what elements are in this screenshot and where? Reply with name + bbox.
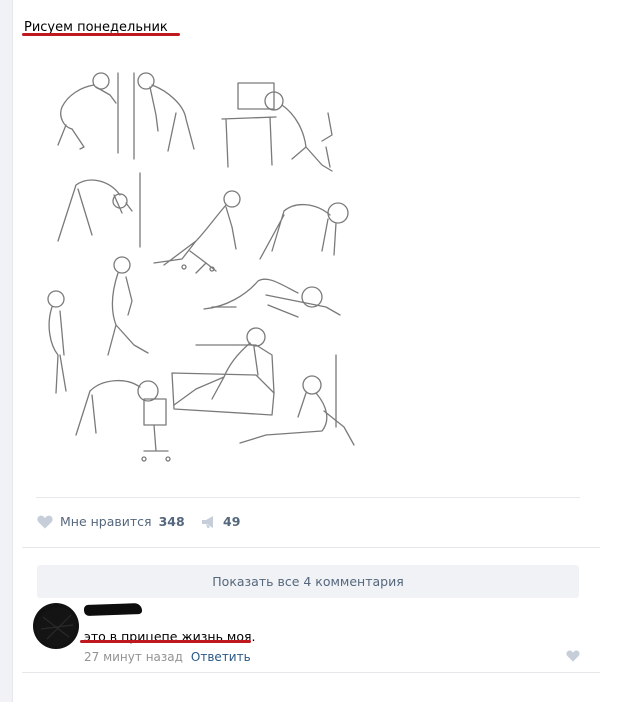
figure-bending-at-wall (57, 72, 119, 154)
heart-icon (37, 515, 53, 528)
like-count: 348 (158, 514, 185, 529)
figure-leaning-on-door (57, 172, 141, 248)
figure-head-on-chair (75, 380, 171, 462)
post-footer-divider (36, 497, 580, 498)
figure-head-on-desk (221, 82, 333, 172)
title-red-underline (22, 33, 180, 36)
comment-red-underline (80, 640, 251, 643)
share-button[interactable]: 49 (201, 514, 240, 529)
comment-heart-icon[interactable] (566, 650, 580, 662)
reply-link[interactable]: Ответить (191, 650, 251, 664)
figure-lying-on-floor (203, 278, 341, 318)
figure-touching-floor (259, 202, 349, 260)
comment-timestamp[interactable]: 27 минут назад (84, 650, 183, 664)
page-left-divider (12, 0, 13, 702)
figure-slouching-at-wall (133, 72, 195, 160)
post-image-figure-sketches[interactable] (36, 55, 366, 465)
comment-bottom-divider (22, 672, 600, 673)
page-left-border (0, 0, 12, 702)
redaction-scribble (36, 607, 77, 647)
share-count: 49 (223, 514, 241, 529)
figure-walking-tired (107, 256, 149, 356)
comments-section-divider (22, 547, 600, 548)
commenter-name-redacted[interactable] (83, 602, 143, 617)
like-button[interactable]: Мне нравится 348 (37, 514, 185, 529)
like-label: Мне нравится (60, 514, 152, 529)
figure-slumped-in-office-chair (153, 190, 241, 274)
comment-meta: 27 минут назад Ответить (84, 650, 251, 664)
show-all-comments-button[interactable]: Показать все 4 комментария (37, 565, 579, 598)
commenter-avatar-redacted[interactable] (33, 603, 79, 649)
figure-slumped-on-sofa (171, 327, 275, 416)
megaphone-icon (202, 515, 213, 528)
figure-standing-limp (47, 290, 67, 394)
